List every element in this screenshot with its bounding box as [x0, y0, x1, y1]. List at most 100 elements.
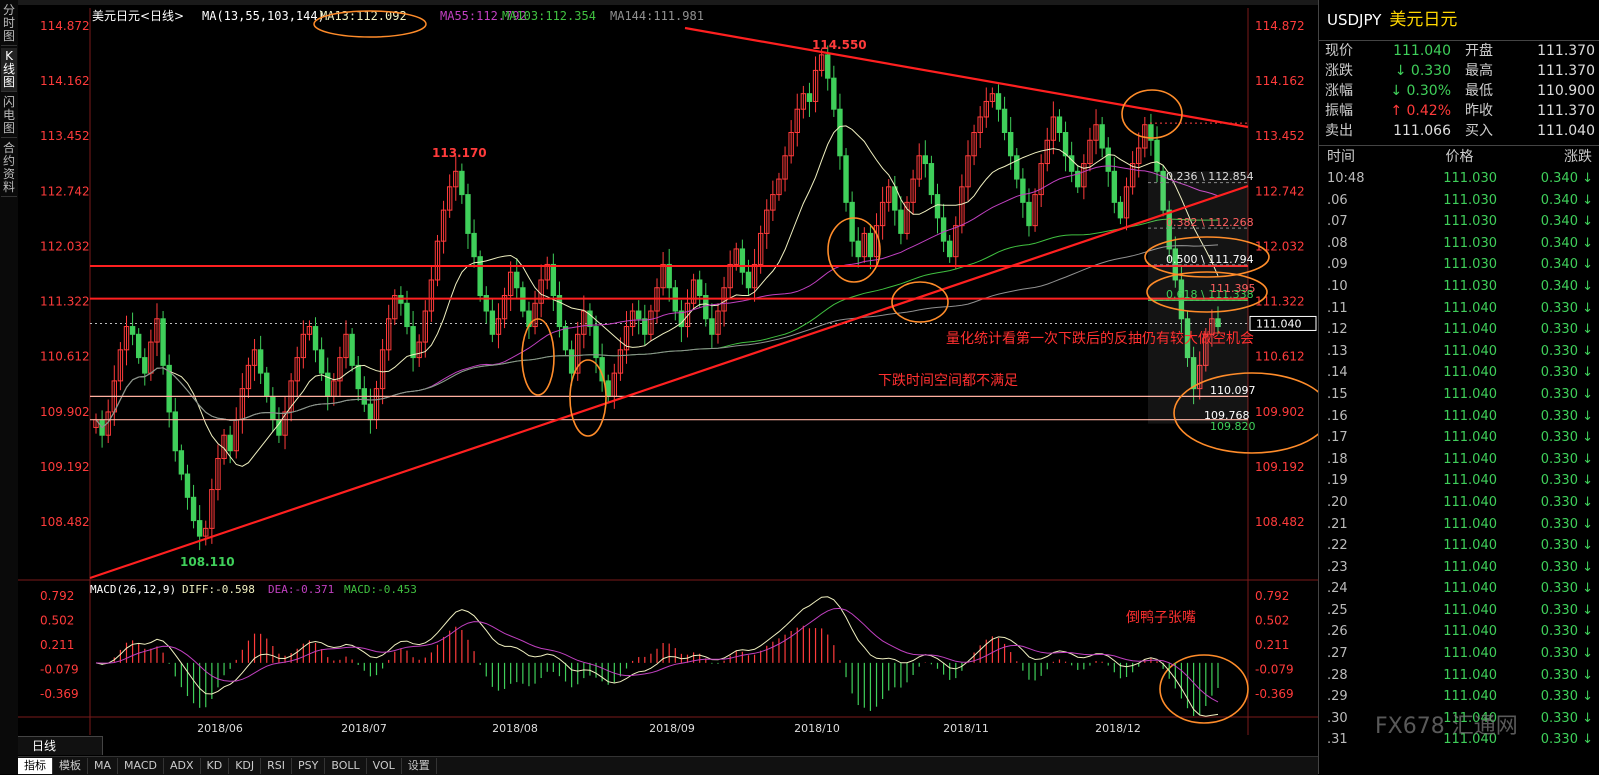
chart-title: 美元日元<日线>	[92, 9, 184, 23]
tick-change: 0.330 ↓	[1540, 300, 1593, 316]
tick-list[interactable]: 10:48 111.030 0.340 ↓ .06 111.030 0.340 ↓ .07 1…	[1319, 168, 1599, 751]
tab-macd[interactable]: MACD	[118, 758, 164, 774]
tab-kdj[interactable]: KDJ	[229, 758, 262, 774]
tick-row: .29 111.040 0.330 ↓	[1319, 686, 1599, 708]
tick-row: .12 111.040 0.330 ↓	[1319, 319, 1599, 341]
tick-time: .10	[1327, 278, 1348, 294]
tab-vol[interactable]: VOL	[367, 758, 402, 774]
tick-change: 0.330 ↓	[1540, 689, 1593, 705]
tick-price: 111.030	[1443, 278, 1497, 294]
candle-body	[940, 217, 947, 242]
tick-price: 111.040	[1443, 538, 1497, 554]
candle-body	[160, 318, 166, 366]
x-tick-label: 2018/06	[197, 722, 243, 735]
candle-body	[514, 271, 520, 289]
tick-row: .06 111.030 0.340 ↓	[1319, 190, 1599, 212]
tick-change: 0.340 ↓	[1540, 192, 1593, 208]
tick-row: .10 111.030 0.340 ↓	[1319, 276, 1599, 298]
candle-body	[257, 349, 264, 374]
tick-price: 111.040	[1443, 365, 1497, 381]
y-tick-right: 109.902	[1255, 405, 1305, 419]
tab-adx[interactable]: ADX	[164, 758, 201, 774]
tick-change: 0.330 ↓	[1540, 602, 1593, 618]
candle-body	[349, 333, 355, 366]
tab-rsi[interactable]: RSI	[261, 758, 293, 774]
candle-body	[1105, 147, 1111, 172]
tick-change: 0.330 ↓	[1540, 473, 1593, 489]
candle-body	[709, 318, 715, 335]
y-tick-left: 109.192	[40, 460, 90, 474]
macd-tick-left: -0.079	[40, 663, 79, 677]
tick-change: 0.330 ↓	[1540, 581, 1593, 597]
candle-body	[1154, 139, 1160, 172]
tab-indicator[interactable]: 指标	[18, 758, 53, 774]
candle-body	[1062, 131, 1069, 157]
macd-value: MACD:-0.453	[344, 583, 417, 596]
tick-row: .20 111.040 0.330 ↓	[1319, 492, 1599, 514]
tick-price: 111.040	[1443, 494, 1497, 510]
tick-row: .13 111.040 0.330 ↓	[1319, 341, 1599, 363]
candle-body	[562, 326, 569, 351]
macd-note: 倒鸭子张嘴	[1126, 610, 1196, 626]
x-tick-label: 2018/11	[943, 722, 989, 735]
tick-time: .25	[1327, 602, 1348, 618]
candle-body	[355, 364, 361, 390]
macd-tick-left: 0.502	[40, 613, 74, 627]
high-label: 114.550	[812, 38, 867, 52]
tick-change: 0.330 ↓	[1540, 646, 1593, 662]
candle-body	[898, 209, 904, 234]
candle-body	[196, 520, 203, 537]
tab-template[interactable]: 模板	[53, 758, 88, 774]
candle-body	[928, 163, 935, 196]
tick-change: 0.330 ↓	[1540, 538, 1593, 554]
candle-body	[849, 201, 855, 242]
candle-body	[410, 326, 416, 359]
low-label: 108.110	[180, 555, 235, 569]
tab-settings[interactable]: 设置	[402, 758, 437, 774]
candle-body	[550, 263, 557, 297]
kline-chart[interactable]: 美元日元<日线> MA(13,55,103,144) MA13:112.092 …	[0, 0, 1318, 756]
tick-header-time: 时间	[1327, 149, 1355, 165]
tick-change: 0.330 ↓	[1540, 322, 1593, 338]
tick-price: 111.040	[1443, 581, 1497, 597]
quote-value: 111.040	[1537, 123, 1595, 139]
current-price-value: 111.040	[1256, 317, 1302, 330]
period-label[interactable]: 日线	[18, 736, 103, 755]
tab-kd[interactable]: KD	[201, 758, 230, 774]
y-tick-right: 114.162	[1255, 74, 1305, 88]
quote-label: 买入	[1465, 123, 1493, 139]
y-tick-left: 114.872	[40, 19, 90, 33]
fib-label: 0.382 \ 112.268	[1166, 216, 1254, 229]
macd-tick-right: 0.502	[1255, 613, 1289, 627]
tick-header-change: 涨跌	[1563, 149, 1592, 165]
quote-row: 涨跌 ↓ 0.330 最高 111.370	[1319, 61, 1599, 81]
y-tick-left: 112.032	[40, 239, 90, 253]
quote-label: 现价	[1325, 43, 1353, 59]
tick-change: 0.330 ↓	[1540, 386, 1593, 402]
x-tick-label: 2018/08	[492, 722, 538, 735]
tick-price: 111.040	[1443, 451, 1497, 467]
tick-change: 0.340 ↓	[1540, 257, 1593, 273]
quote-summary: 现价 111.040 开盘 111.370 涨跌 ↓ 0.330 最高 111.370 涨幅 ↓ …	[1319, 41, 1599, 141]
candle-body	[831, 77, 837, 110]
tick-price: 111.040	[1443, 689, 1497, 705]
quote-label: 最低	[1465, 83, 1493, 99]
quote-label: 最高	[1465, 63, 1493, 79]
candle-body	[1007, 131, 1014, 157]
y-tick-right: 114.872	[1255, 19, 1305, 33]
tick-price: 111.030	[1443, 214, 1497, 230]
tick-time: .14	[1327, 365, 1348, 381]
tick-row: 10:48 111.030 0.340 ↓	[1319, 168, 1599, 190]
tab-psy[interactable]: PSY	[292, 758, 326, 774]
tick-row: .23 111.040 0.330 ↓	[1319, 557, 1599, 579]
y-tick-left: 114.162	[40, 74, 90, 88]
candle-body	[404, 302, 410, 328]
candle-body	[264, 372, 270, 397]
candle-body	[1056, 116, 1063, 133]
ma103-legend: MA103:112.354	[502, 9, 596, 23]
tab-boll[interactable]: BOLL	[325, 758, 367, 774]
tab-ma[interactable]: MA	[88, 758, 119, 774]
tick-row: .17 111.040 0.330 ↓	[1319, 427, 1599, 449]
quote-value: ↑ 0.42%	[1390, 103, 1451, 119]
macd-tick-left: 0.792	[40, 589, 74, 603]
